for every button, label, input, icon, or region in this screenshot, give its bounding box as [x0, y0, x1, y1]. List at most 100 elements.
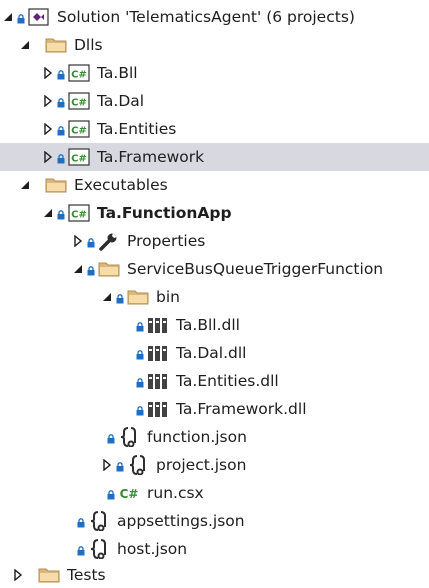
- csharp-project-icon: C#: [67, 145, 91, 169]
- csharp-project-icon: C#: [67, 89, 91, 113]
- tree-item-label: appsettings.json: [117, 512, 245, 530]
- expand-arrow-icon[interactable]: [70, 227, 86, 255]
- tree-item-servicebus-folder[interactable]: ServiceBusQueueTriggerFunction: [0, 255, 429, 283]
- lock-icon: [135, 318, 145, 332]
- tree-item-ta-framework-dll[interactable]: Ta.Framework.dll: [0, 395, 429, 423]
- csharp-project-icon: C#: [67, 61, 91, 85]
- svg-text:C#: C#: [71, 126, 87, 137]
- folder-icon: [44, 33, 68, 57]
- collapse-arrow-icon[interactable]: [17, 171, 33, 199]
- tree-item-label: bin: [156, 288, 180, 306]
- csharp-project-icon: C#: [67, 201, 91, 225]
- library-icon: [146, 369, 170, 393]
- lock-icon: [135, 346, 145, 360]
- tree-item-host-json[interactable]: host.json: [0, 535, 429, 563]
- collapse-arrow-icon[interactable]: [70, 255, 86, 283]
- tree-item-label: Ta.Bll: [97, 64, 138, 82]
- wrench-icon: [97, 229, 121, 253]
- tree-item-ta-bll[interactable]: C# Ta.Bll: [0, 59, 429, 87]
- collapse-arrow-icon[interactable]: [17, 31, 33, 59]
- tree-item-appsettings-json[interactable]: appsettings.json: [0, 507, 429, 535]
- solution-explorer-tree: Solution 'TelematicsAgent' (6 projects) …: [0, 0, 429, 588]
- folder-icon: [37, 563, 61, 587]
- tree-item-solution[interactable]: Solution 'TelematicsAgent' (6 projects): [0, 3, 429, 31]
- tree-item-label: Ta.Dal: [97, 92, 145, 110]
- lock-icon: [115, 458, 125, 472]
- library-icon: [146, 313, 170, 337]
- lock-icon: [106, 430, 116, 444]
- tree-item-label: project.json: [156, 456, 247, 474]
- lock-icon: [115, 290, 125, 304]
- expand-arrow-icon[interactable]: [40, 115, 56, 143]
- tree-item-label: Ta.Framework.dll: [176, 400, 307, 418]
- tree-item-ta-entities[interactable]: C# Ta.Entities: [0, 115, 429, 143]
- tree-item-label: Ta.Bll.dll: [176, 316, 240, 334]
- lock-icon: [56, 94, 66, 108]
- lock-icon: [56, 150, 66, 164]
- tree-item-label: Ta.FunctionApp: [97, 204, 232, 222]
- tree-item-project-json[interactable]: project.json: [0, 451, 429, 479]
- lock-icon: [135, 374, 145, 388]
- lock-icon: [16, 10, 26, 24]
- lock-icon: [76, 514, 86, 528]
- collapse-arrow-icon[interactable]: [99, 283, 115, 311]
- lock-icon: [86, 234, 96, 248]
- csharp-file-icon: C#: [117, 481, 141, 505]
- tree-item-ta-bll-dll[interactable]: Ta.Bll.dll: [0, 311, 429, 339]
- tree-item-executables-folder[interactable]: Executables: [0, 171, 429, 199]
- lock-icon: [56, 206, 66, 220]
- lock-icon: [56, 122, 66, 136]
- tree-item-tests-folder[interactable]: Tests: [0, 561, 429, 588]
- tree-item-bin-folder[interactable]: bin: [0, 283, 429, 311]
- expand-arrow-icon[interactable]: [10, 561, 26, 588]
- library-icon: [146, 341, 170, 365]
- tree-item-ta-functionapp[interactable]: C# Ta.FunctionApp: [0, 199, 429, 227]
- folder-icon: [97, 257, 121, 281]
- tree-item-label: ServiceBusQueueTriggerFunction: [127, 260, 384, 278]
- library-icon: [146, 397, 170, 421]
- tree-item-ta-framework[interactable]: C# Ta.Framework: [0, 143, 429, 171]
- lock-icon: [76, 542, 86, 556]
- lock-icon: [135, 402, 145, 416]
- tree-item-label: Ta.Dal.dll: [176, 344, 247, 362]
- collapse-arrow-icon[interactable]: [0, 3, 16, 31]
- collapse-arrow-icon[interactable]: [40, 199, 56, 227]
- tree-item-run-csx[interactable]: C# run.csx: [0, 479, 429, 507]
- json-file-icon: [126, 453, 150, 477]
- expand-arrow-icon[interactable]: [40, 87, 56, 115]
- json-file-icon: [87, 509, 111, 533]
- svg-text:C#: C#: [120, 487, 139, 501]
- tree-item-label: Properties: [127, 232, 206, 250]
- tree-item-label: run.csx: [147, 484, 204, 502]
- tree-item-label: Ta.Framework: [97, 148, 205, 166]
- folder-icon: [126, 285, 150, 309]
- tree-item-label: Solution 'TelematicsAgent' (6 projects): [57, 8, 355, 26]
- csharp-project-icon: C#: [67, 117, 91, 141]
- tree-item-ta-dal-dll[interactable]: Ta.Dal.dll: [0, 339, 429, 367]
- lock-icon: [106, 486, 116, 500]
- tree-item-label: function.json: [147, 428, 247, 446]
- tree-item-dlls-folder[interactable]: Dlls: [0, 31, 429, 59]
- visual-studio-solution-icon: [27, 5, 51, 29]
- svg-text:C#: C#: [71, 70, 87, 81]
- tree-item-ta-entities-dll[interactable]: Ta.Entities.dll: [0, 367, 429, 395]
- expand-arrow-icon[interactable]: [40, 59, 56, 87]
- tree-item-label: Tests: [67, 566, 106, 584]
- tree-item-label: Ta.Entities.dll: [176, 372, 279, 390]
- folder-icon: [44, 173, 68, 197]
- svg-text:C#: C#: [71, 98, 87, 109]
- expand-arrow-icon[interactable]: [40, 143, 56, 171]
- json-file-icon: [117, 425, 141, 449]
- lock-icon: [86, 262, 96, 276]
- tree-item-label: Dlls: [74, 36, 103, 54]
- json-file-icon: [87, 537, 111, 561]
- lock-icon: [56, 66, 66, 80]
- tree-item-label: host.json: [117, 540, 188, 558]
- tree-item-label: Ta.Entities: [97, 120, 177, 138]
- tree-item-ta-dal[interactable]: C# Ta.Dal: [0, 87, 429, 115]
- svg-text:C#: C#: [71, 154, 87, 165]
- expand-arrow-icon[interactable]: [99, 451, 115, 479]
- tree-item-label: Executables: [74, 176, 168, 194]
- tree-item-properties[interactable]: Properties: [0, 227, 429, 255]
- tree-item-function-json[interactable]: function.json: [0, 423, 429, 451]
